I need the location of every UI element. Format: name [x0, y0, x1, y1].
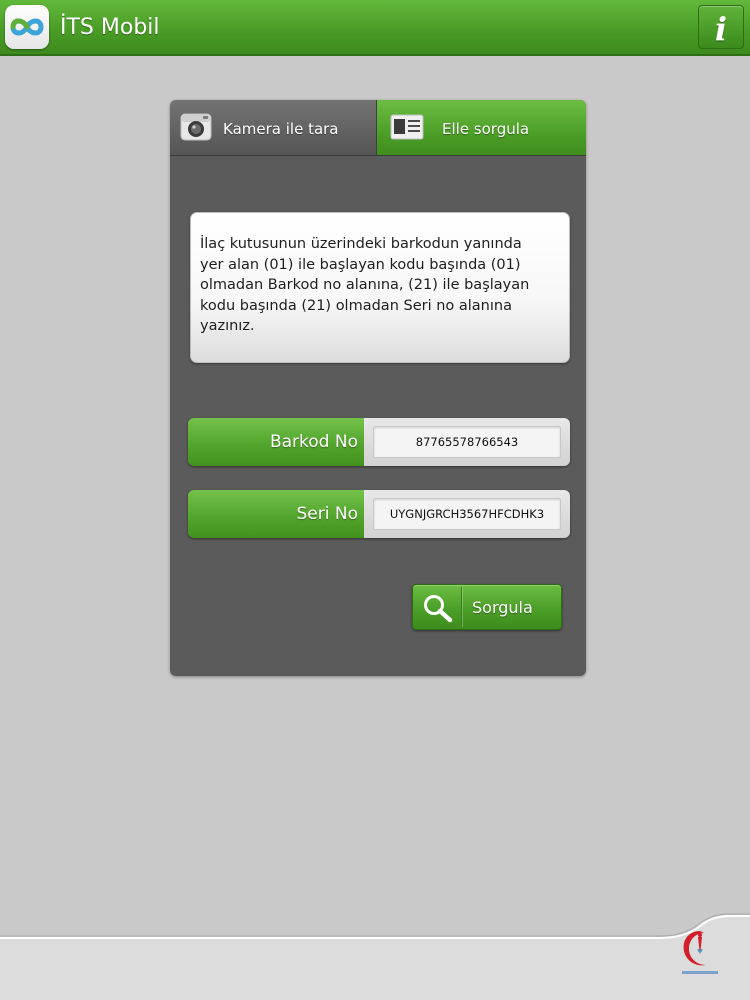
- its-logo-icon: [5, 5, 49, 49]
- barcode-input[interactable]: [373, 426, 561, 458]
- instructions-text: İlaç kutusunun üzerindeki barkodun yanın…: [200, 234, 562, 337]
- serial-field: Seri No: [188, 490, 570, 538]
- serial-input[interactable]: [373, 498, 561, 530]
- serial-input-area: [364, 490, 570, 538]
- instructions-line: kodu başında (21) olmadan Seri no alanın…: [200, 297, 512, 314]
- instructions-box: İlaç kutusunun üzerindeki barkodun yanın…: [190, 212, 570, 363]
- search-icon: [424, 595, 453, 623]
- barcode-label: Barkod No: [269, 432, 358, 452]
- search-button-label: Sorgula: [472, 598, 533, 617]
- query-panel: Kamera ile tara Elle sorgula İlaç kutusu…: [170, 100, 586, 676]
- tab-camera-scan[interactable]: Kamera ile tara: [170, 100, 377, 156]
- instructions-line: İlaç kutusunun üzerindeki barkodun yanın…: [200, 236, 522, 252]
- instructions-line: yazınız.: [200, 318, 255, 334]
- ministry-of-health-logo: [682, 931, 718, 974]
- footer: [0, 912, 750, 1000]
- app-title: İTS Mobil: [60, 15, 160, 40]
- info-icon: i: [714, 10, 728, 48]
- card-icon: [390, 114, 424, 140]
- barcode-input-area: [364, 418, 570, 466]
- barcode-field: Barkod No: [188, 418, 570, 466]
- tab-camera-label: Kamera ile tara: [223, 120, 339, 138]
- instructions-line: olmadan Barkod no alanına, (21) ile başl…: [200, 277, 530, 293]
- barcode-label-area: Barkod No: [188, 418, 364, 466]
- search-button[interactable]: Sorgula: [412, 584, 562, 630]
- app-header: İTS Mobil i: [0, 0, 750, 56]
- instructions-line: yer alan (01) ile başlayan kodu başında …: [200, 256, 521, 273]
- info-button[interactable]: i: [698, 5, 744, 49]
- camera-icon: [180, 113, 212, 141]
- serial-label-area: Seri No: [188, 490, 364, 538]
- search-button-divider: [461, 587, 462, 627]
- tab-manual-label: Elle sorgula: [442, 120, 530, 138]
- tab-manual-query[interactable]: Elle sorgula: [377, 100, 586, 156]
- serial-label: Seri No: [296, 504, 358, 524]
